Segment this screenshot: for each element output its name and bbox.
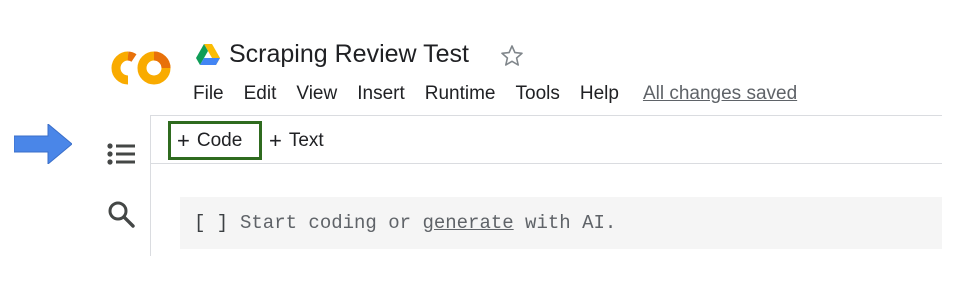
placeholder-text-end: with AI. (513, 212, 617, 234)
add-text-cell-button[interactable]: + Text (269, 121, 324, 160)
plus-icon: + (177, 127, 190, 153)
menu-bar: File Edit View Insert Runtime Tools Help… (193, 82, 817, 106)
sidebar-divider (150, 116, 151, 256)
google-drive-icon[interactable] (196, 44, 220, 66)
annotation-arrow-icon (14, 124, 72, 164)
add-code-cell-button[interactable]: + Code (168, 121, 262, 160)
add-text-label: Text (288, 129, 324, 151)
placeholder-text-start: Start coding or (240, 212, 423, 234)
add-code-label: Code (196, 129, 243, 151)
menu-runtime[interactable]: Runtime (425, 83, 496, 105)
generate-link[interactable]: generate (422, 212, 513, 234)
search-icon[interactable] (106, 199, 136, 229)
menu-tools[interactable]: Tools (516, 83, 560, 105)
code-cell[interactable]: [ ] Start coding or generate with AI. (180, 197, 942, 249)
cell-placeholder: Start coding or generate with AI. (240, 212, 616, 234)
table-of-contents-icon[interactable] (106, 141, 136, 167)
toolbar-bottom-divider (150, 163, 942, 164)
colab-logo[interactable] (108, 48, 172, 88)
menu-file[interactable]: File (193, 83, 224, 105)
menu-view[interactable]: View (296, 83, 337, 105)
toolbar-divider (150, 115, 942, 116)
star-icon[interactable] (500, 44, 524, 68)
menu-help[interactable]: Help (580, 83, 619, 105)
plus-icon: + (269, 127, 282, 153)
notebook-title[interactable]: Scraping Review Test (229, 40, 469, 69)
save-status-link[interactable]: All changes saved (643, 83, 797, 105)
menu-edit[interactable]: Edit (244, 83, 277, 105)
menu-insert[interactable]: Insert (357, 83, 405, 105)
cell-run-indicator[interactable]: [ ] (194, 212, 240, 234)
